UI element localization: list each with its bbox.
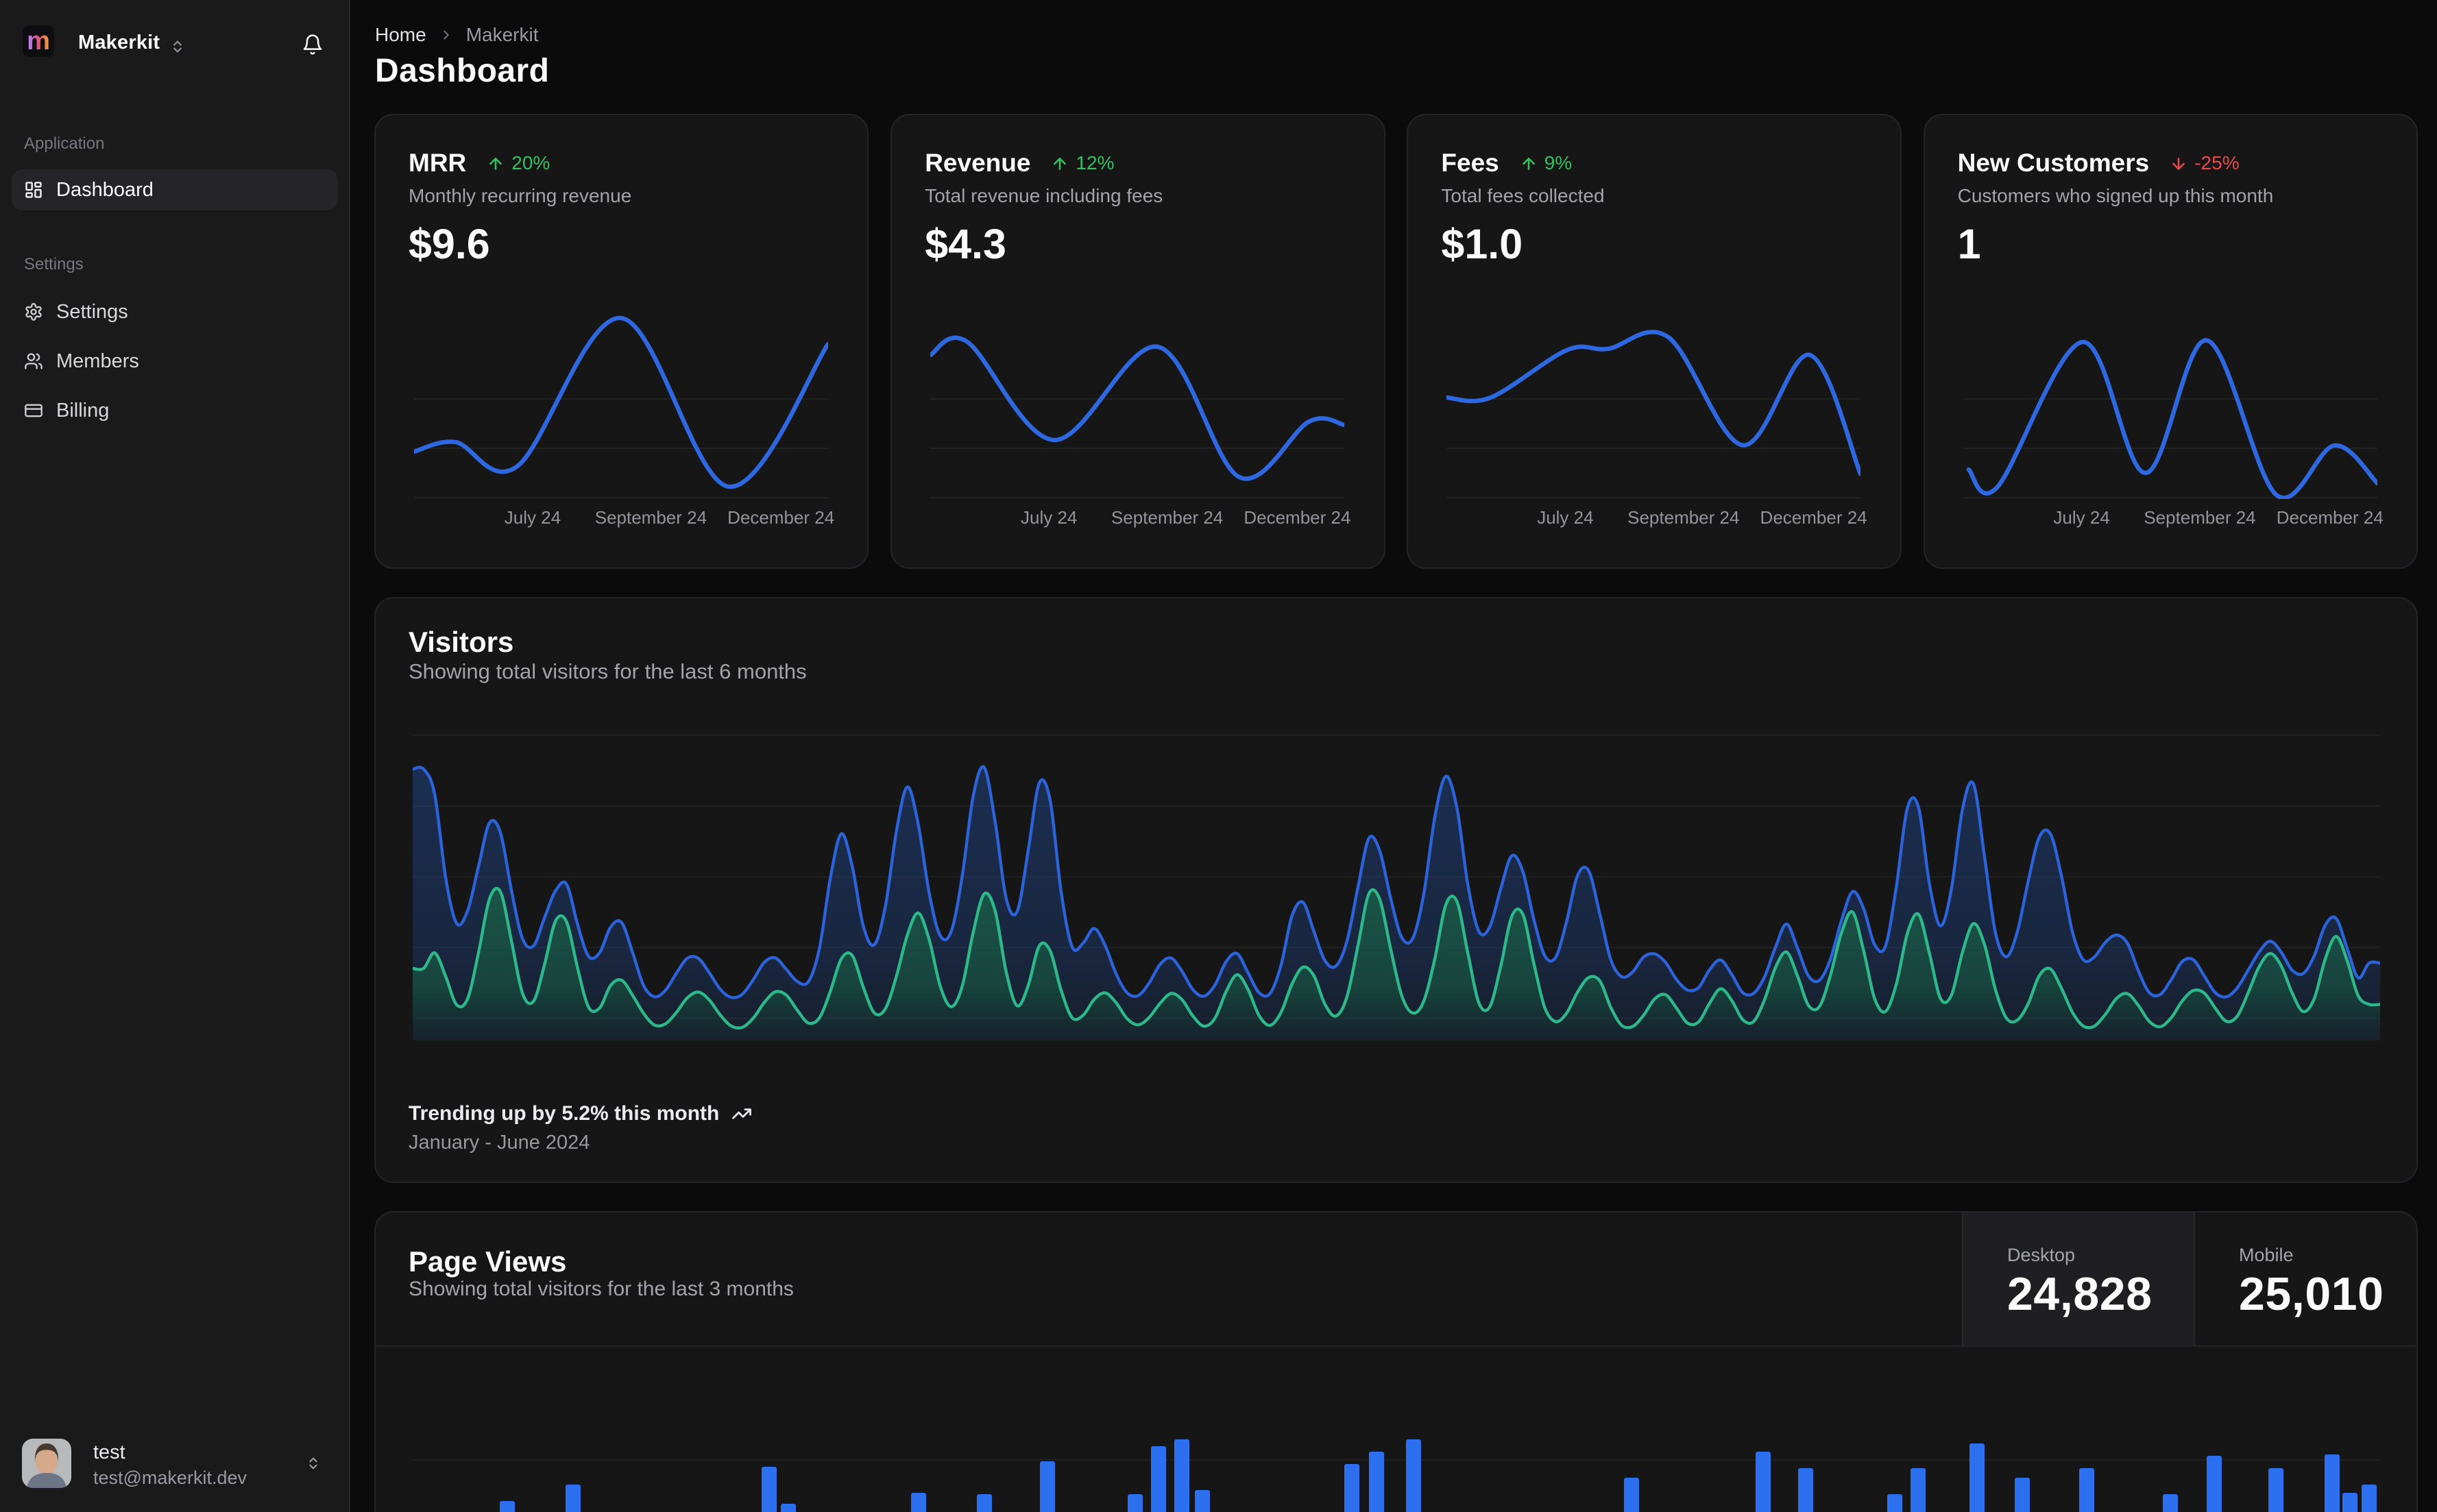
svg-text:m: m: [27, 27, 50, 56]
